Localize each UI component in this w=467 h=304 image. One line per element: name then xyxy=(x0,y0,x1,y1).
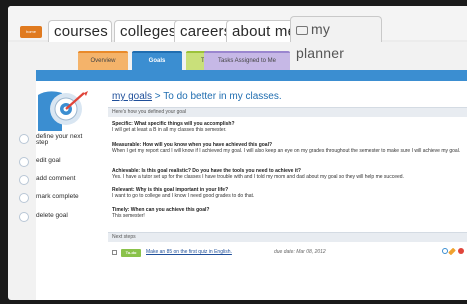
timely-block: Timely: When can you achieve this goal? … xyxy=(112,207,462,219)
action-label: add comment xyxy=(36,175,76,182)
tab-my-planner[interactable]: my planner xyxy=(290,16,382,61)
subtab-overview[interactable]: Overview xyxy=(78,51,128,70)
todo-badge: To-do xyxy=(121,249,141,257)
achievable-block: Achievable: Is this goal realistic? Do y… xyxy=(112,168,462,180)
edit-icon xyxy=(19,157,29,167)
step-due-date: due date: Mar 08, 2012 xyxy=(274,249,326,255)
step-checkbox[interactable] xyxy=(112,250,117,255)
goal-title: > To do better in my classes. xyxy=(152,91,282,102)
app-frame: home courses colleges careers about me m… xyxy=(8,6,467,300)
next-step-row: To-do Make an 85 on the first quiz in En… xyxy=(112,247,467,259)
my-goals-link[interactable]: my goals xyxy=(112,91,152,102)
answer-text: I want to go to college and I know I nee… xyxy=(112,193,255,199)
answer-text: This semester! xyxy=(112,213,145,219)
defined-goal-header: Here's how you defined your goal xyxy=(108,107,467,117)
step-actions xyxy=(442,247,467,257)
comment-icon xyxy=(19,175,29,185)
measurable-block: Measurable: How will you know when you h… xyxy=(112,142,462,154)
action-label: delete goal xyxy=(36,212,68,219)
planner-icon xyxy=(296,26,308,35)
answer-text: When I get my report card I will know if… xyxy=(112,148,461,154)
subtab-tasks-assigned[interactable]: Tasks Assigned to Me xyxy=(204,51,290,70)
planner-subtabs: Overview Goals To-do List Tasks Assigned… xyxy=(8,44,467,70)
home-tab[interactable]: home xyxy=(20,26,42,38)
subtab-goals[interactable]: Goals xyxy=(132,51,182,70)
plus-icon xyxy=(19,134,29,144)
action-label: edit goal xyxy=(36,157,61,164)
answer-text: Yes. I have a tutor set up for the class… xyxy=(112,174,404,180)
delete-icon[interactable] xyxy=(458,248,464,254)
relevant-block: Relevant: Why is this goal important in … xyxy=(112,187,462,199)
specific-block: Specific: What specific things will you … xyxy=(112,121,462,133)
top-navigation: home courses colleges careers about me m… xyxy=(8,6,467,61)
page-title: my goals > To do better in my classes. xyxy=(112,91,282,102)
active-subtab-bar xyxy=(36,70,467,81)
answer-text: I will get at least a B in all my classe… xyxy=(112,127,227,133)
pencil-icon[interactable] xyxy=(448,247,456,256)
action-label: mark complete xyxy=(36,193,79,200)
step-link[interactable]: Make an 85 on the first quiz in English. xyxy=(146,249,232,255)
delete-icon xyxy=(19,212,29,222)
action-label: define your next step xyxy=(36,133,83,146)
comment-icon[interactable] xyxy=(442,248,448,254)
tab-courses[interactable]: courses xyxy=(48,20,112,42)
goal-detail-panel: my goals > To do better in my classes. H… xyxy=(36,81,467,300)
next-steps-header: Next steps xyxy=(108,232,467,242)
target-icon xyxy=(38,91,88,131)
checkmark-icon xyxy=(19,193,29,203)
